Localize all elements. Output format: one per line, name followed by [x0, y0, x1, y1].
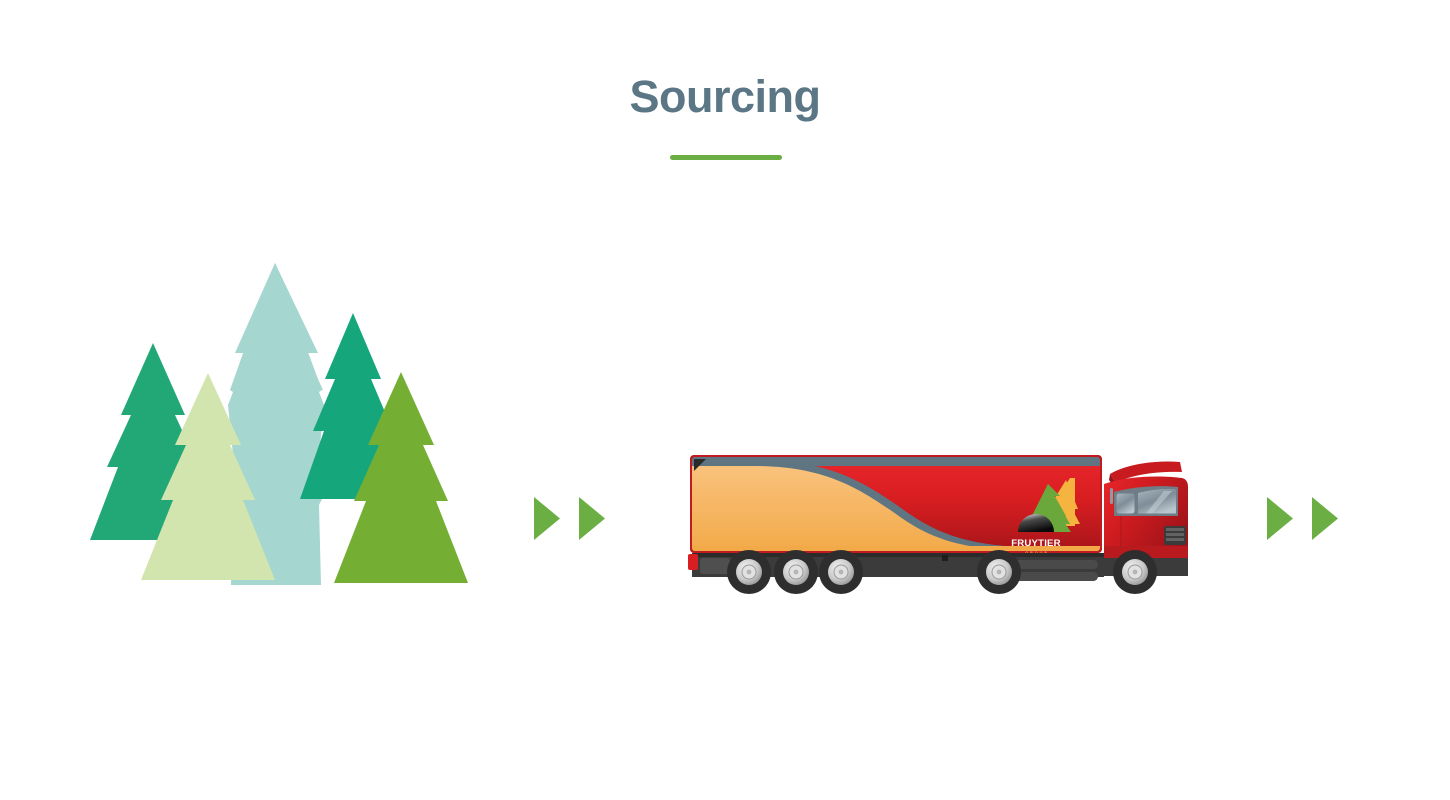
cab-grille: [1164, 526, 1186, 545]
chevron-right-icon: [1267, 496, 1293, 540]
arrows-right-group: [1267, 496, 1338, 540]
wheel-trailer-1: [727, 550, 771, 594]
forest-illustration: [85, 255, 485, 595]
cab-windows: [1114, 486, 1178, 516]
truck-cab: [1104, 461, 1188, 560]
cab-side-window: [1116, 493, 1135, 514]
wheel-tractor-rear: [977, 550, 1021, 594]
title-underline-accent: [670, 155, 782, 160]
wheel-trailer-3: [819, 550, 863, 594]
arrows-left-group: [534, 496, 605, 540]
wheel-trailer-2: [774, 550, 818, 594]
chevron-right-icon: [1312, 496, 1338, 540]
chevron-right-icon: [534, 496, 560, 540]
logo-brand-text: FRUYTIER: [1011, 538, 1061, 549]
delivery-truck-illustration: FRUYTIER GROUP: [686, 450, 1191, 596]
page-title-block: Sourcing: [0, 74, 1450, 119]
wheel-tractor-front: [1113, 550, 1157, 594]
slide-canvas: Sourcing FRUYTIER GROUP: [0, 0, 1450, 800]
page-title: Sourcing: [629, 71, 821, 122]
chevron-right-icon: [579, 496, 605, 540]
